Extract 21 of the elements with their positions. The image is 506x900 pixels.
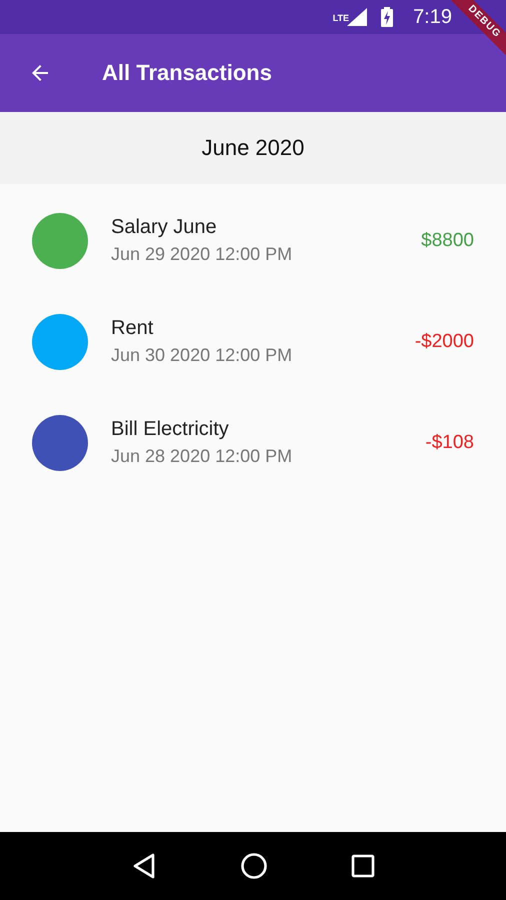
signal-icon — [347, 8, 368, 26]
transaction-name: Bill Electricity — [111, 418, 230, 441]
recents-icon[interactable] — [350, 854, 375, 878]
clock-time: 7:19 — [413, 6, 452, 28]
transaction-row[interactable]: Rent Jun 30 2020 12:00 PM -$2000 — [0, 291, 506, 392]
transaction-amount: $8800 — [421, 230, 474, 252]
back-icon[interactable] — [131, 852, 158, 880]
transaction-amount: -$108 — [425, 432, 474, 454]
transaction-amount: -$2000 — [414, 330, 474, 352]
transaction-name: Rent — [111, 317, 154, 340]
transaction-date: Jun 30 2020 12:00 PM — [111, 345, 294, 366]
network-label: LTE — [332, 12, 350, 22]
transaction-row[interactable]: Bill Electricity Jun 28 2020 12:00 PM -$108 — [0, 392, 506, 493]
screen-title: All Transactions — [102, 60, 272, 86]
transaction-date: Jun 29 2020 12:00 PM — [111, 244, 294, 265]
transaction-date: Jun 28 2020 12:00 PM — [111, 446, 294, 467]
transaction-row[interactable]: Salary June Jun 29 2020 12:00 PM $8800 — [0, 190, 506, 291]
home-icon[interactable] — [240, 852, 268, 880]
battery-icon — [381, 7, 394, 27]
month-heading: June 2020 — [202, 135, 304, 161]
transaction-name: Salary June — [111, 216, 218, 239]
